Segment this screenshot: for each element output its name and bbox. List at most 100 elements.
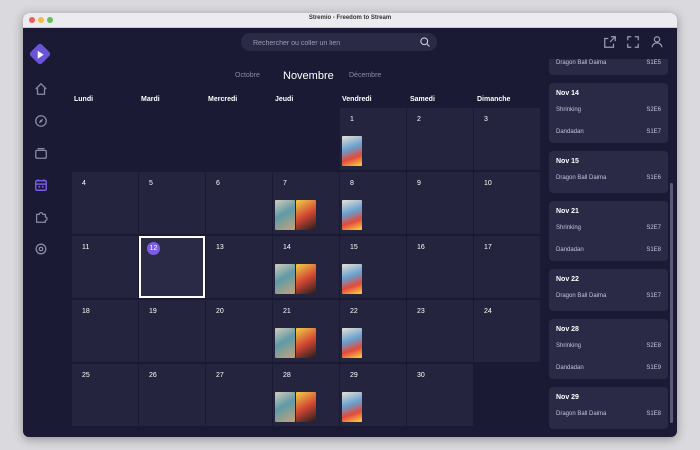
episode-title[interactable]: Dragon Ball Daima bbox=[556, 175, 606, 181]
home-icon[interactable] bbox=[34, 82, 48, 96]
settings-icon[interactable] bbox=[34, 242, 48, 256]
library-icon[interactable] bbox=[34, 146, 48, 160]
calendar-day-cell[interactable]: 27 bbox=[206, 364, 272, 426]
episode-poster[interactable] bbox=[342, 328, 362, 358]
episode-title[interactable]: Shrinking bbox=[556, 343, 581, 349]
upcoming-day-card[interactable]: Dragon Ball Daima S1E5 bbox=[549, 59, 668, 75]
calendar-icon[interactable] bbox=[34, 178, 48, 192]
calendar-day-cell[interactable]: 13 bbox=[206, 236, 272, 298]
episode-poster[interactable] bbox=[275, 392, 295, 422]
calendar-day-cell[interactable]: 17 bbox=[474, 236, 540, 298]
episode-poster[interactable] bbox=[275, 328, 295, 358]
calendar-day-cell[interactable]: 24 bbox=[474, 300, 540, 362]
weekday-header: Mercredi bbox=[208, 96, 238, 103]
weekday-header: Dimanche bbox=[477, 96, 511, 103]
calendar-day-cell[interactable]: 2 bbox=[407, 108, 473, 170]
day-number: 6 bbox=[216, 180, 220, 187]
episode-title[interactable]: Dandadan bbox=[556, 365, 584, 371]
day-number: 28 bbox=[283, 372, 291, 379]
episode-title[interactable]: Shrinking bbox=[556, 225, 581, 231]
next-month-link[interactable]: Décembre bbox=[349, 72, 381, 79]
discover-icon[interactable] bbox=[34, 114, 48, 128]
calendar-day-cell[interactable]: 11 bbox=[72, 236, 138, 298]
calendar-day-cell[interactable]: 10 bbox=[474, 172, 540, 234]
episode-title[interactable]: Dragon Ball Daima bbox=[556, 60, 606, 66]
calendar-day-cell[interactable]: 25 bbox=[72, 364, 138, 426]
calendar-day-cell[interactable]: 1 bbox=[340, 108, 406, 170]
calendar-day-cell[interactable]: 8 bbox=[340, 172, 406, 234]
today-badge: 12 bbox=[147, 242, 160, 255]
calendar-day-cell[interactable]: 5 bbox=[139, 172, 205, 234]
episode-title[interactable]: Dandadan bbox=[556, 247, 584, 253]
episode-poster[interactable] bbox=[275, 264, 295, 294]
window-title: Stremio - Freedom to Stream bbox=[308, 15, 392, 21]
calendar-day-cell[interactable]: 22 bbox=[340, 300, 406, 362]
upcoming-episodes-panel: Dragon Ball Daima S1E5 Nov 14 Shrinking S2E6… bbox=[549, 59, 669, 437]
day-number: 15 bbox=[350, 244, 358, 251]
calendar-day-cell[interactable]: 21 bbox=[273, 300, 339, 362]
episode-code: S2E8 bbox=[646, 343, 661, 349]
day-number: 20 bbox=[216, 308, 224, 315]
day-number: 26 bbox=[149, 372, 157, 379]
user-profile-icon[interactable] bbox=[650, 35, 664, 49]
calendar-day-cell[interactable]: 14 bbox=[273, 236, 339, 298]
day-number: 19 bbox=[149, 308, 157, 315]
weekday-header: Vendredi bbox=[342, 96, 372, 103]
episode-title[interactable]: Shrinking bbox=[556, 107, 581, 113]
day-number: 17 bbox=[484, 244, 492, 251]
episode-poster[interactable] bbox=[342, 136, 362, 166]
day-number: 21 bbox=[283, 308, 291, 315]
episode-poster[interactable] bbox=[296, 392, 316, 422]
calendar-day-cell[interactable]: 28 bbox=[273, 364, 339, 426]
calendar-day-cell[interactable]: 16 bbox=[407, 236, 473, 298]
stremio-logo-icon[interactable] bbox=[28, 42, 52, 66]
episode-poster[interactable] bbox=[296, 200, 316, 230]
upcoming-day-card[interactable]: Nov 28 Shrinking S2E8 Dandadan S1E9 bbox=[549, 319, 668, 379]
calendar-day-cell[interactable]: 7 bbox=[273, 172, 339, 234]
episode-title[interactable]: Dandadan bbox=[556, 129, 584, 135]
upcoming-day-card[interactable]: Nov 21 Shrinking S2E7 Dandadan S1E8 bbox=[549, 201, 668, 261]
day-number: 16 bbox=[417, 244, 425, 251]
day-number: 23 bbox=[417, 308, 425, 315]
episode-title[interactable]: Dragon Ball Daima bbox=[556, 411, 606, 417]
calendar-day-cell[interactable]: 15 bbox=[340, 236, 406, 298]
prev-month-link[interactable]: Octobre bbox=[235, 72, 260, 79]
calendar-day-cell[interactable]: 12 bbox=[139, 236, 205, 298]
upcoming-day-card[interactable]: Nov 29 Dragon Ball Daima S1E8 bbox=[549, 387, 668, 429]
search-bar[interactable] bbox=[241, 33, 437, 51]
calendar-day-cell[interactable]: 23 bbox=[407, 300, 473, 362]
calendar-day-cell[interactable]: 19 bbox=[139, 300, 205, 362]
calendar-day-cell[interactable]: 4 bbox=[72, 172, 138, 234]
calendar-day-cell[interactable]: 9 bbox=[407, 172, 473, 234]
fullscreen-icon[interactable] bbox=[626, 35, 640, 49]
upcoming-day-card[interactable]: Nov 14 Shrinking S2E6 Dandadan S1E7 bbox=[549, 83, 668, 143]
day-number: 7 bbox=[283, 180, 287, 187]
episode-code: S1E7 bbox=[646, 293, 661, 299]
search-icon[interactable] bbox=[419, 36, 431, 48]
calendar-day-cell[interactable]: 3 bbox=[474, 108, 540, 170]
search-input[interactable] bbox=[251, 35, 415, 51]
upcoming-day-card[interactable]: Nov 22 Dragon Ball Daima S1E7 bbox=[549, 269, 668, 311]
calendar-day-cell[interactable]: 26 bbox=[139, 364, 205, 426]
calendar-day-cell[interactable]: 30 bbox=[407, 364, 473, 426]
addons-icon[interactable] bbox=[34, 210, 48, 224]
calendar-day-cell[interactable]: 20 bbox=[206, 300, 272, 362]
episode-poster[interactable] bbox=[296, 328, 316, 358]
episode-code: S1E8 bbox=[646, 247, 661, 253]
episode-poster[interactable] bbox=[342, 200, 362, 230]
episode-title[interactable]: Dragon Ball Daima bbox=[556, 293, 606, 299]
calendar-day-cell[interactable]: 18 bbox=[72, 300, 138, 362]
calendar-day-cell[interactable]: 29 bbox=[340, 364, 406, 426]
episode-poster[interactable] bbox=[296, 264, 316, 294]
calendar-day-cell[interactable]: 6 bbox=[206, 172, 272, 234]
card-date: Nov 14 bbox=[556, 90, 579, 97]
scrollbar[interactable] bbox=[670, 183, 673, 423]
day-number: 4 bbox=[82, 180, 86, 187]
day-number: 2 bbox=[417, 116, 421, 123]
external-link-icon[interactable] bbox=[603, 35, 617, 49]
episode-poster[interactable] bbox=[275, 200, 295, 230]
episode-poster[interactable] bbox=[342, 392, 362, 422]
episode-poster[interactable] bbox=[342, 264, 362, 294]
app-window: Stremio - Freedom to Stream Octobre Nove… bbox=[23, 13, 677, 437]
upcoming-day-card[interactable]: Nov 15 Dragon Ball Daima S1E6 bbox=[549, 151, 668, 193]
